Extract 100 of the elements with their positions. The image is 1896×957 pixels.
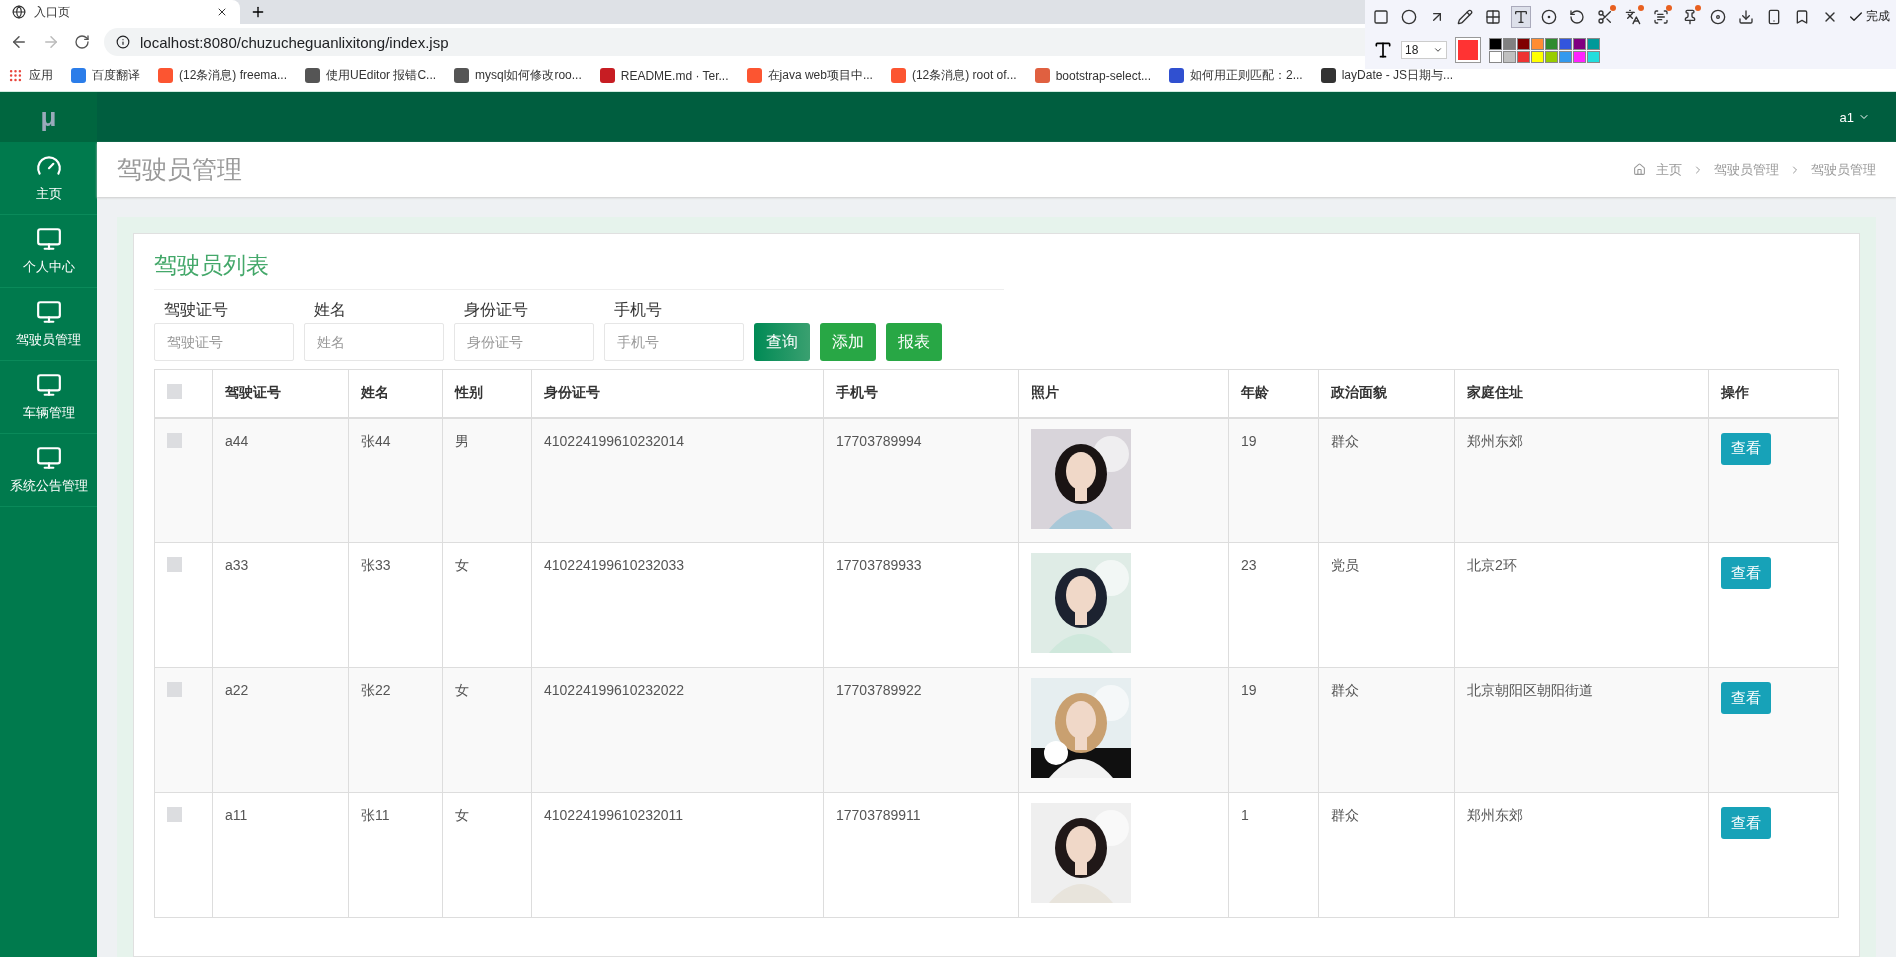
logo: μ — [0, 92, 97, 142]
table-cell: 群众 — [1318, 417, 1455, 543]
table-cell: 410224199610232022 — [531, 667, 824, 793]
input-field[interactable]: 身份证号 — [454, 323, 594, 361]
column-header: 年龄 — [1228, 369, 1319, 418]
color-swatch[interactable] — [1517, 50, 1530, 63]
bookmark-link[interactable]: 应用 — [8, 67, 53, 84]
table-cell: 19 — [1228, 667, 1319, 793]
table-cell: 北京2环 — [1454, 542, 1709, 668]
color-swatch[interactable] — [1503, 50, 1516, 63]
column-header: 政治面貌 — [1318, 369, 1455, 418]
table-cell: a33 — [212, 542, 349, 668]
column-header: 身份证号 — [531, 369, 824, 418]
sidebar-item[interactable]: 驾驶员管理 — [0, 288, 97, 361]
color-swatch[interactable] — [1503, 37, 1516, 50]
input-field[interactable]: 驾驶证号 — [154, 323, 294, 361]
color-swatch[interactable] — [1545, 37, 1558, 50]
column-header: 家庭住址 — [1454, 369, 1709, 418]
color-swatch[interactable] — [1545, 50, 1558, 63]
apps-grid-icon — [8, 68, 23, 83]
table-cell: a22 — [212, 667, 349, 793]
column-header: 手机号 — [823, 369, 1019, 418]
column-header: 照片 — [1018, 369, 1229, 418]
text-icon[interactable] — [1511, 5, 1532, 28]
color-swatch[interactable] — [1559, 37, 1572, 50]
field-label: 手机号 — [613, 300, 663, 320]
table-cell: 女 — [442, 542, 532, 668]
column-header: 驾驶证号 — [212, 369, 349, 418]
page-title: 驾驶员管理 — [117, 154, 242, 185]
font-size-select[interactable]: 18 — [1401, 41, 1447, 59]
input-field[interactable]: 姓名 — [304, 323, 444, 361]
home-icon — [1633, 163, 1646, 176]
table-cell: 17703789994 — [823, 417, 1019, 543]
color-swatch[interactable] — [1573, 50, 1586, 63]
table-cell: 群众 — [1318, 667, 1455, 793]
checkbox[interactable] — [167, 682, 182, 697]
table-cell: a44 — [212, 417, 349, 543]
monitor-icon — [35, 299, 62, 325]
color-swatch[interactable] — [1587, 50, 1600, 63]
monitor-icon — [35, 226, 62, 252]
color-swatch[interactable] — [1531, 50, 1544, 63]
table-cell: 410224199610232033 — [531, 542, 824, 668]
table-cell: 张22 — [348, 667, 443, 793]
checkbox[interactable] — [167, 807, 182, 822]
browser-tab[interactable]: 入口页 — [0, 0, 240, 24]
color-swatch[interactable] — [1517, 37, 1530, 50]
reload-icon[interactable] — [74, 34, 90, 50]
current-color-swatch[interactable] — [1458, 40, 1478, 60]
card-title: 驾驶员列表 — [154, 250, 1004, 290]
color-swatch[interactable] — [1587, 37, 1600, 50]
bookmark-link[interactable]: README.md · Ter... — [599, 68, 729, 83]
checkbox[interactable] — [167, 557, 182, 572]
globe-icon — [12, 5, 26, 19]
bookmark-link[interactable]: 在java web项目中... — [746, 67, 873, 84]
done-button[interactable]: 完成 — [1847, 8, 1890, 25]
checkbox[interactable] — [167, 384, 182, 400]
bookmark-link[interactable]: 百度翻译 — [71, 67, 140, 84]
bookmark-link[interactable]: 如何用正则匹配：2... — [1169, 67, 1303, 84]
info-icon[interactable] — [116, 35, 130, 49]
bookmark-link[interactable]: 使用UEditor 报错C... — [305, 67, 437, 84]
table-cell: 郑州东郊 — [1454, 792, 1709, 918]
table-cell: a11 — [212, 792, 349, 918]
search-button[interactable]: 查询 — [754, 323, 810, 361]
table-cell: 张33 — [348, 542, 443, 668]
bookmark-link[interactable]: mysql如何修改roo... — [454, 67, 582, 84]
sidebar-item[interactable]: 系统公告管理 — [0, 434, 97, 507]
monitor-icon — [35, 445, 62, 471]
bookmark-link[interactable]: bootstrap-select... — [1034, 68, 1151, 83]
table-cell: 23 — [1228, 542, 1319, 668]
back-icon[interactable] — [10, 33, 28, 51]
text-icon — [1373, 40, 1393, 60]
sidebar-item[interactable]: 车辆管理 — [0, 361, 97, 434]
user-menu[interactable]: a1 — [1839, 109, 1870, 125]
bookmark-link[interactable]: (12条消息) root of... — [890, 67, 1017, 84]
table-cell: 党员 — [1318, 542, 1455, 668]
new-tab-icon[interactable] — [250, 4, 266, 20]
color-swatch[interactable] — [1559, 50, 1572, 63]
color-swatch[interactable] — [1531, 37, 1544, 50]
bookmark-link[interactable]: layDate - JS日期与... — [1320, 67, 1454, 84]
table-cell: 郑州东郊 — [1454, 417, 1709, 543]
color-swatch[interactable] — [1489, 50, 1502, 63]
checkbox[interactable] — [167, 432, 182, 448]
color-swatch[interactable] — [1489, 37, 1502, 50]
table-cell: 北京朝阳区朝阳街道 — [1454, 667, 1709, 793]
table-cell: 男 — [442, 417, 532, 543]
table-cell: 女 — [442, 792, 532, 918]
table-cell: 19 — [1228, 417, 1319, 543]
color-swatch[interactable] — [1573, 37, 1586, 50]
input-field[interactable]: 手机号 — [604, 323, 744, 361]
sidebar-item[interactable]: 个人中心 — [0, 215, 97, 288]
table-cell: 17703789911 — [823, 792, 1019, 918]
table-cell: 张44 — [348, 417, 443, 543]
table-cell: 群众 — [1318, 792, 1455, 918]
monitor-icon — [35, 372, 62, 398]
field-label: 姓名 — [313, 300, 347, 320]
column-header: 操作 — [1708, 369, 1839, 418]
table-cell: 女 — [442, 667, 532, 793]
close-icon[interactable] — [216, 6, 228, 18]
table-cell: 17703789922 — [823, 667, 1019, 793]
bookmark-link[interactable]: (12条消息) freema... — [158, 67, 288, 84]
